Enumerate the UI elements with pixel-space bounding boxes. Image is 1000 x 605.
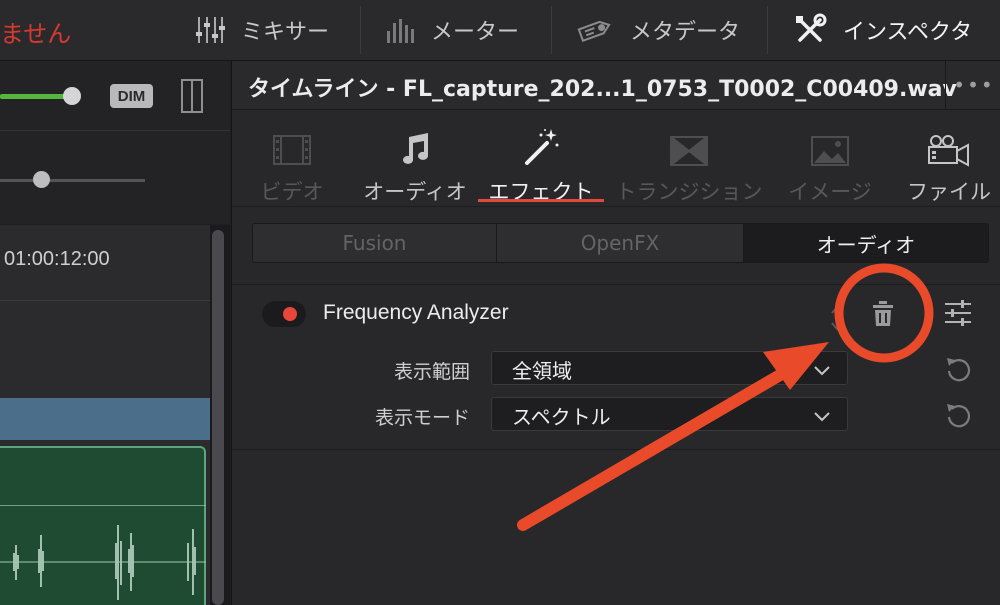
image-icon: [810, 120, 850, 167]
toolbar-divider: [551, 6, 552, 54]
app-window: ません ミキサー メーター メタデータ インスペクタ DIM 01:00:12:…: [0, 0, 1000, 605]
magic-wand-icon: [521, 120, 561, 167]
reset-icon[interactable]: [945, 401, 973, 433]
top-toolbar: ません ミキサー メーター メタデータ インスペクタ: [0, 0, 1000, 61]
dim-button[interactable]: DIM: [110, 84, 153, 108]
more-options-button[interactable]: •••: [945, 61, 1000, 109]
mixer-icon: [193, 14, 225, 46]
delete-effect-icon[interactable]: [872, 299, 894, 333]
chevron-down-icon: [813, 362, 831, 381]
tab-file[interactable]: ファイル: [904, 110, 994, 206]
inspector-tabs: ビデオ オーディオ エフェクト トランジション イメージ ファイル: [232, 110, 1000, 207]
music-note-icon: [398, 120, 432, 167]
tab-label: オーディオ: [363, 180, 467, 204]
film-icon: [272, 120, 312, 167]
effect-category-selector: Fusion OpenFX オーディオ: [252, 223, 989, 263]
param-label-range: 表示範囲: [393, 361, 470, 383]
tab-effects[interactable]: エフェクト: [478, 110, 604, 206]
toolbar-divider: [360, 6, 361, 54]
reorder-icon[interactable]: [829, 301, 845, 339]
inspector-panel: タイムライン - FL_capture_202...1_0753_T0002_C…: [231, 61, 1000, 605]
inspector-title: タイムライン - FL_capture_202...1_0753_T0002_C…: [248, 77, 957, 102]
volume-slider-knob[interactable]: [63, 87, 81, 105]
tools-icon: [793, 13, 827, 47]
effect-bottom-divider: [232, 449, 1000, 450]
timeline-scroll-thumb[interactable]: [212, 230, 224, 605]
meter-label: メーター: [431, 20, 520, 45]
inspector-button[interactable]: インスペクタ: [793, 0, 972, 60]
effects-divider: [232, 284, 1000, 285]
metadata-button[interactable]: メタデータ: [576, 0, 740, 60]
mixer-button[interactable]: ミキサー: [193, 0, 329, 60]
metadata-label: メタデータ: [630, 20, 741, 45]
range-dropdown[interactable]: 全領域: [491, 351, 848, 385]
transition-icon: [669, 120, 709, 167]
mode-value: スペクトル: [512, 405, 611, 429]
reset-icon[interactable]: [945, 355, 973, 387]
subtab-openfx[interactable]: OpenFX: [497, 224, 743, 262]
tab-label: ファイル: [907, 180, 991, 204]
inspector-label: インスペクタ: [843, 20, 973, 45]
waveform: [0, 525, 206, 600]
pan-slider-knob[interactable]: [33, 171, 50, 188]
ruler-divider: [0, 300, 210, 301]
audio-track-header[interactable]: [0, 398, 210, 440]
clip-volume-line[interactable]: [0, 505, 206, 506]
tab-audio[interactable]: オーディオ: [360, 110, 470, 206]
subtab-audio[interactable]: オーディオ: [744, 224, 988, 262]
volume-slider-track[interactable]: [0, 94, 70, 99]
tag-icon: [576, 15, 614, 45]
tab-transition[interactable]: トランジション: [614, 110, 764, 206]
inspector-header: タイムライン - FL_capture_202...1_0753_T0002_C…: [232, 61, 1000, 110]
param-label-mode: 表示モード: [374, 407, 470, 429]
divider: [0, 130, 230, 131]
mixer-label: ミキサー: [241, 20, 330, 45]
chevron-down-icon: [813, 408, 831, 427]
effect-name: Frequency Analyzer: [323, 301, 509, 324]
sliders-icon[interactable]: [944, 298, 972, 332]
tab-label: ビデオ: [260, 180, 324, 204]
selected-tab-indicator: [478, 199, 604, 202]
tab-image[interactable]: イメージ: [780, 110, 880, 206]
toolbar-divider: [767, 6, 768, 54]
range-value: 全領域: [512, 359, 572, 383]
meter-button[interactable]: メーター: [385, 0, 519, 60]
camera-icon: [927, 120, 971, 167]
effect-enable-toggle[interactable]: [262, 301, 306, 327]
meter-icon: [385, 15, 415, 45]
tab-label: トランジション: [615, 180, 763, 204]
subtab-fusion[interactable]: Fusion: [253, 224, 496, 262]
tab-label: イメージ: [788, 180, 872, 204]
tab-video[interactable]: ビデオ: [252, 110, 332, 206]
mode-dropdown[interactable]: スペクトル: [491, 397, 848, 431]
status-text: ません: [0, 20, 72, 48]
timecode-label: 01:00:12:00: [4, 248, 110, 270]
split-view-icon[interactable]: [181, 79, 203, 113]
pan-slider-track[interactable]: [0, 179, 145, 182]
